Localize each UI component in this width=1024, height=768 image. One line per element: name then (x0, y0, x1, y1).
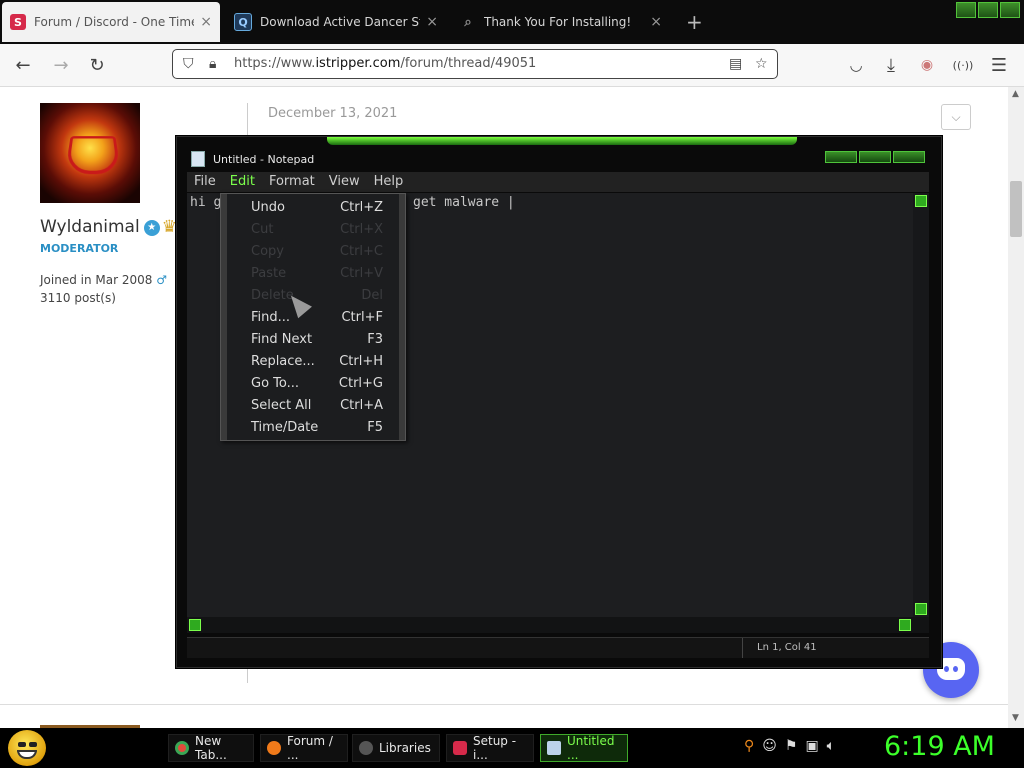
menu-view[interactable]: View (322, 172, 367, 192)
role-badge: MODERATOR (40, 242, 119, 255)
menu-edit[interactable]: Edit (223, 172, 262, 192)
pocket-icon[interactable]: ◡ (845, 54, 867, 76)
forward-arrow-icon[interactable]: → (50, 54, 72, 76)
notepad-window-controls[interactable] (825, 151, 925, 163)
taskbar-item-notepad[interactable]: Untitled ... (540, 734, 628, 762)
download-site-icon: Q (234, 13, 252, 31)
crown-icon: ♛ (161, 217, 177, 237)
window-controls[interactable] (956, 2, 1020, 18)
lock-icon[interactable]: 🔒︎ (209, 56, 216, 72)
male-icon: ♂ (156, 273, 167, 287)
post-count: 3110 post(s) (40, 291, 116, 305)
container-icon[interactable]: ◉ (916, 54, 938, 76)
new-tab-button[interactable]: + (686, 10, 703, 34)
downloads-icon[interactable]: ⤓ (880, 54, 902, 76)
post-separator (0, 704, 1008, 705)
menu-item-copy: Copy Ctrl+C (251, 244, 383, 259)
shield-icon[interactable]: ⛉ (183, 56, 194, 72)
close-tab-icon[interactable]: × (200, 14, 212, 30)
status-bar: Ln 1, Col 41 (187, 637, 929, 658)
moderator-star-icon: ★ (143, 220, 160, 236)
tab-download[interactable]: Q Download Active Dancer Strip S × (226, 2, 446, 42)
extension-icon[interactable]: ((·)) (952, 54, 974, 76)
taskbar-item-libraries[interactable]: Libraries (352, 734, 440, 762)
menu-item-delete: Delete Del (251, 288, 383, 303)
close-tab-icon[interactable]: × (650, 14, 662, 30)
tab-thank-you[interactable]: ⌕ Thank You For Installing! × (452, 2, 670, 42)
tab-title: Forum / Discord - One Time Sh (34, 15, 194, 29)
scroll-thumb[interactable] (1010, 181, 1022, 237)
chat-icon[interactable]: ☺ (762, 738, 777, 754)
menu-format[interactable]: Format (262, 172, 322, 192)
start-button[interactable] (8, 730, 46, 766)
tab-forum[interactable]: S Forum / Discord - One Time Sh × (2, 2, 220, 42)
istripper-icon (453, 741, 467, 755)
post-options-dropdown[interactable]: ⌵ (941, 104, 971, 130)
loading-icon: ⌕ (464, 14, 472, 30)
taskbar-clock[interactable]: 6:19 AM (884, 731, 995, 762)
username[interactable]: Wyldanimal ★ ♛ (40, 217, 177, 237)
joined-date: Joined in Mar 2008 ♂ (40, 273, 167, 287)
vertical-scrollbar[interactable] (913, 193, 929, 617)
firefox-icon (267, 741, 281, 755)
editor-text-end: get malware | (413, 195, 515, 210)
taskbar: New Tab... Forum / ... Libraries Setup -… (0, 728, 1024, 768)
reload-icon[interactable]: ↻ (86, 54, 108, 76)
menu-item-replace[interactable]: Replace... Ctrl+H (251, 354, 383, 369)
volume-icon[interactable]: 🔈︎ (827, 738, 835, 754)
menu-item-go-to[interactable]: Go To... Ctrl+G (251, 376, 383, 391)
action-center-flag-icon[interactable]: ⚑ (785, 738, 798, 754)
post-date: December 13, 2021 (268, 106, 398, 121)
edit-menu-dropdown: Undo Ctrl+Z Cut Ctrl+X Copy Ctrl+C Paste Ctr… (220, 193, 406, 441)
istripper-icon: S (10, 14, 26, 30)
chrome-icon (175, 741, 189, 755)
horizontal-scrollbar[interactable] (187, 617, 929, 633)
taskbar-item-setup[interactable]: Setup - i... (446, 734, 534, 762)
editor-text-start: hi g (190, 195, 222, 210)
search-icon[interactable]: ⚲ (744, 738, 754, 754)
window-title: Untitled - Notepad (213, 153, 315, 166)
libraries-icon (359, 741, 373, 755)
back-arrow-icon[interactable]: ← (12, 54, 34, 76)
browser-nav-bar: ← → ↻ ⛉ 🔒︎ https://www.istripper.com/for… (0, 44, 1024, 87)
menu-item-select-all[interactable]: Select All Ctrl+A (251, 398, 383, 413)
avatar[interactable] (40, 103, 140, 203)
menu-item-undo[interactable]: Undo Ctrl+Z (251, 200, 383, 215)
notepad-menubar: File Edit Format View Help (187, 172, 929, 192)
tab-title: Thank You For Installing! (484, 15, 632, 29)
window-glow (327, 137, 797, 145)
notepad-icon (191, 151, 205, 167)
url-text: https://www.istripper.com/forum/thread/4… (234, 56, 537, 71)
tab-title: Download Active Dancer Strip S (260, 15, 420, 29)
menu-item-paste: Paste Ctrl+V (251, 266, 383, 281)
network-icon[interactable]: ▣ (805, 738, 818, 754)
notepad-icon (547, 741, 561, 755)
menu-file[interactable]: File (187, 172, 223, 192)
menu-icon[interactable]: ☰ (988, 54, 1010, 76)
cursor-position: Ln 1, Col 41 (757, 642, 817, 653)
address-bar[interactable]: ⛉ 🔒︎ https://www.istripper.com/forum/thr… (172, 49, 778, 79)
taskbar-item-new-tab[interactable]: New Tab... (168, 734, 254, 762)
bookmark-star-icon[interactable]: ☆ (755, 56, 768, 72)
menu-help[interactable]: Help (367, 172, 411, 192)
system-tray: ⚲ ☺ ⚑ ▣ 🔈︎ (744, 738, 835, 754)
menu-item-find[interactable]: Find... Ctrl+F (251, 310, 383, 325)
taskbar-item-forum[interactable]: Forum / ... (260, 734, 348, 762)
close-tab-icon[interactable]: × (426, 14, 438, 30)
menu-item-cut: Cut Ctrl+X (251, 222, 383, 237)
browser-tab-bar: S Forum / Discord - One Time Sh × Q Down… (0, 0, 1024, 44)
reader-view-icon[interactable]: ▤ (729, 56, 742, 72)
menu-item-find-next[interactable]: Find Next F3 (251, 332, 383, 347)
menu-item-time-date[interactable]: Time/Date F5 (251, 420, 383, 435)
page-scrollbar[interactable]: ▲ ▼ (1008, 87, 1024, 728)
